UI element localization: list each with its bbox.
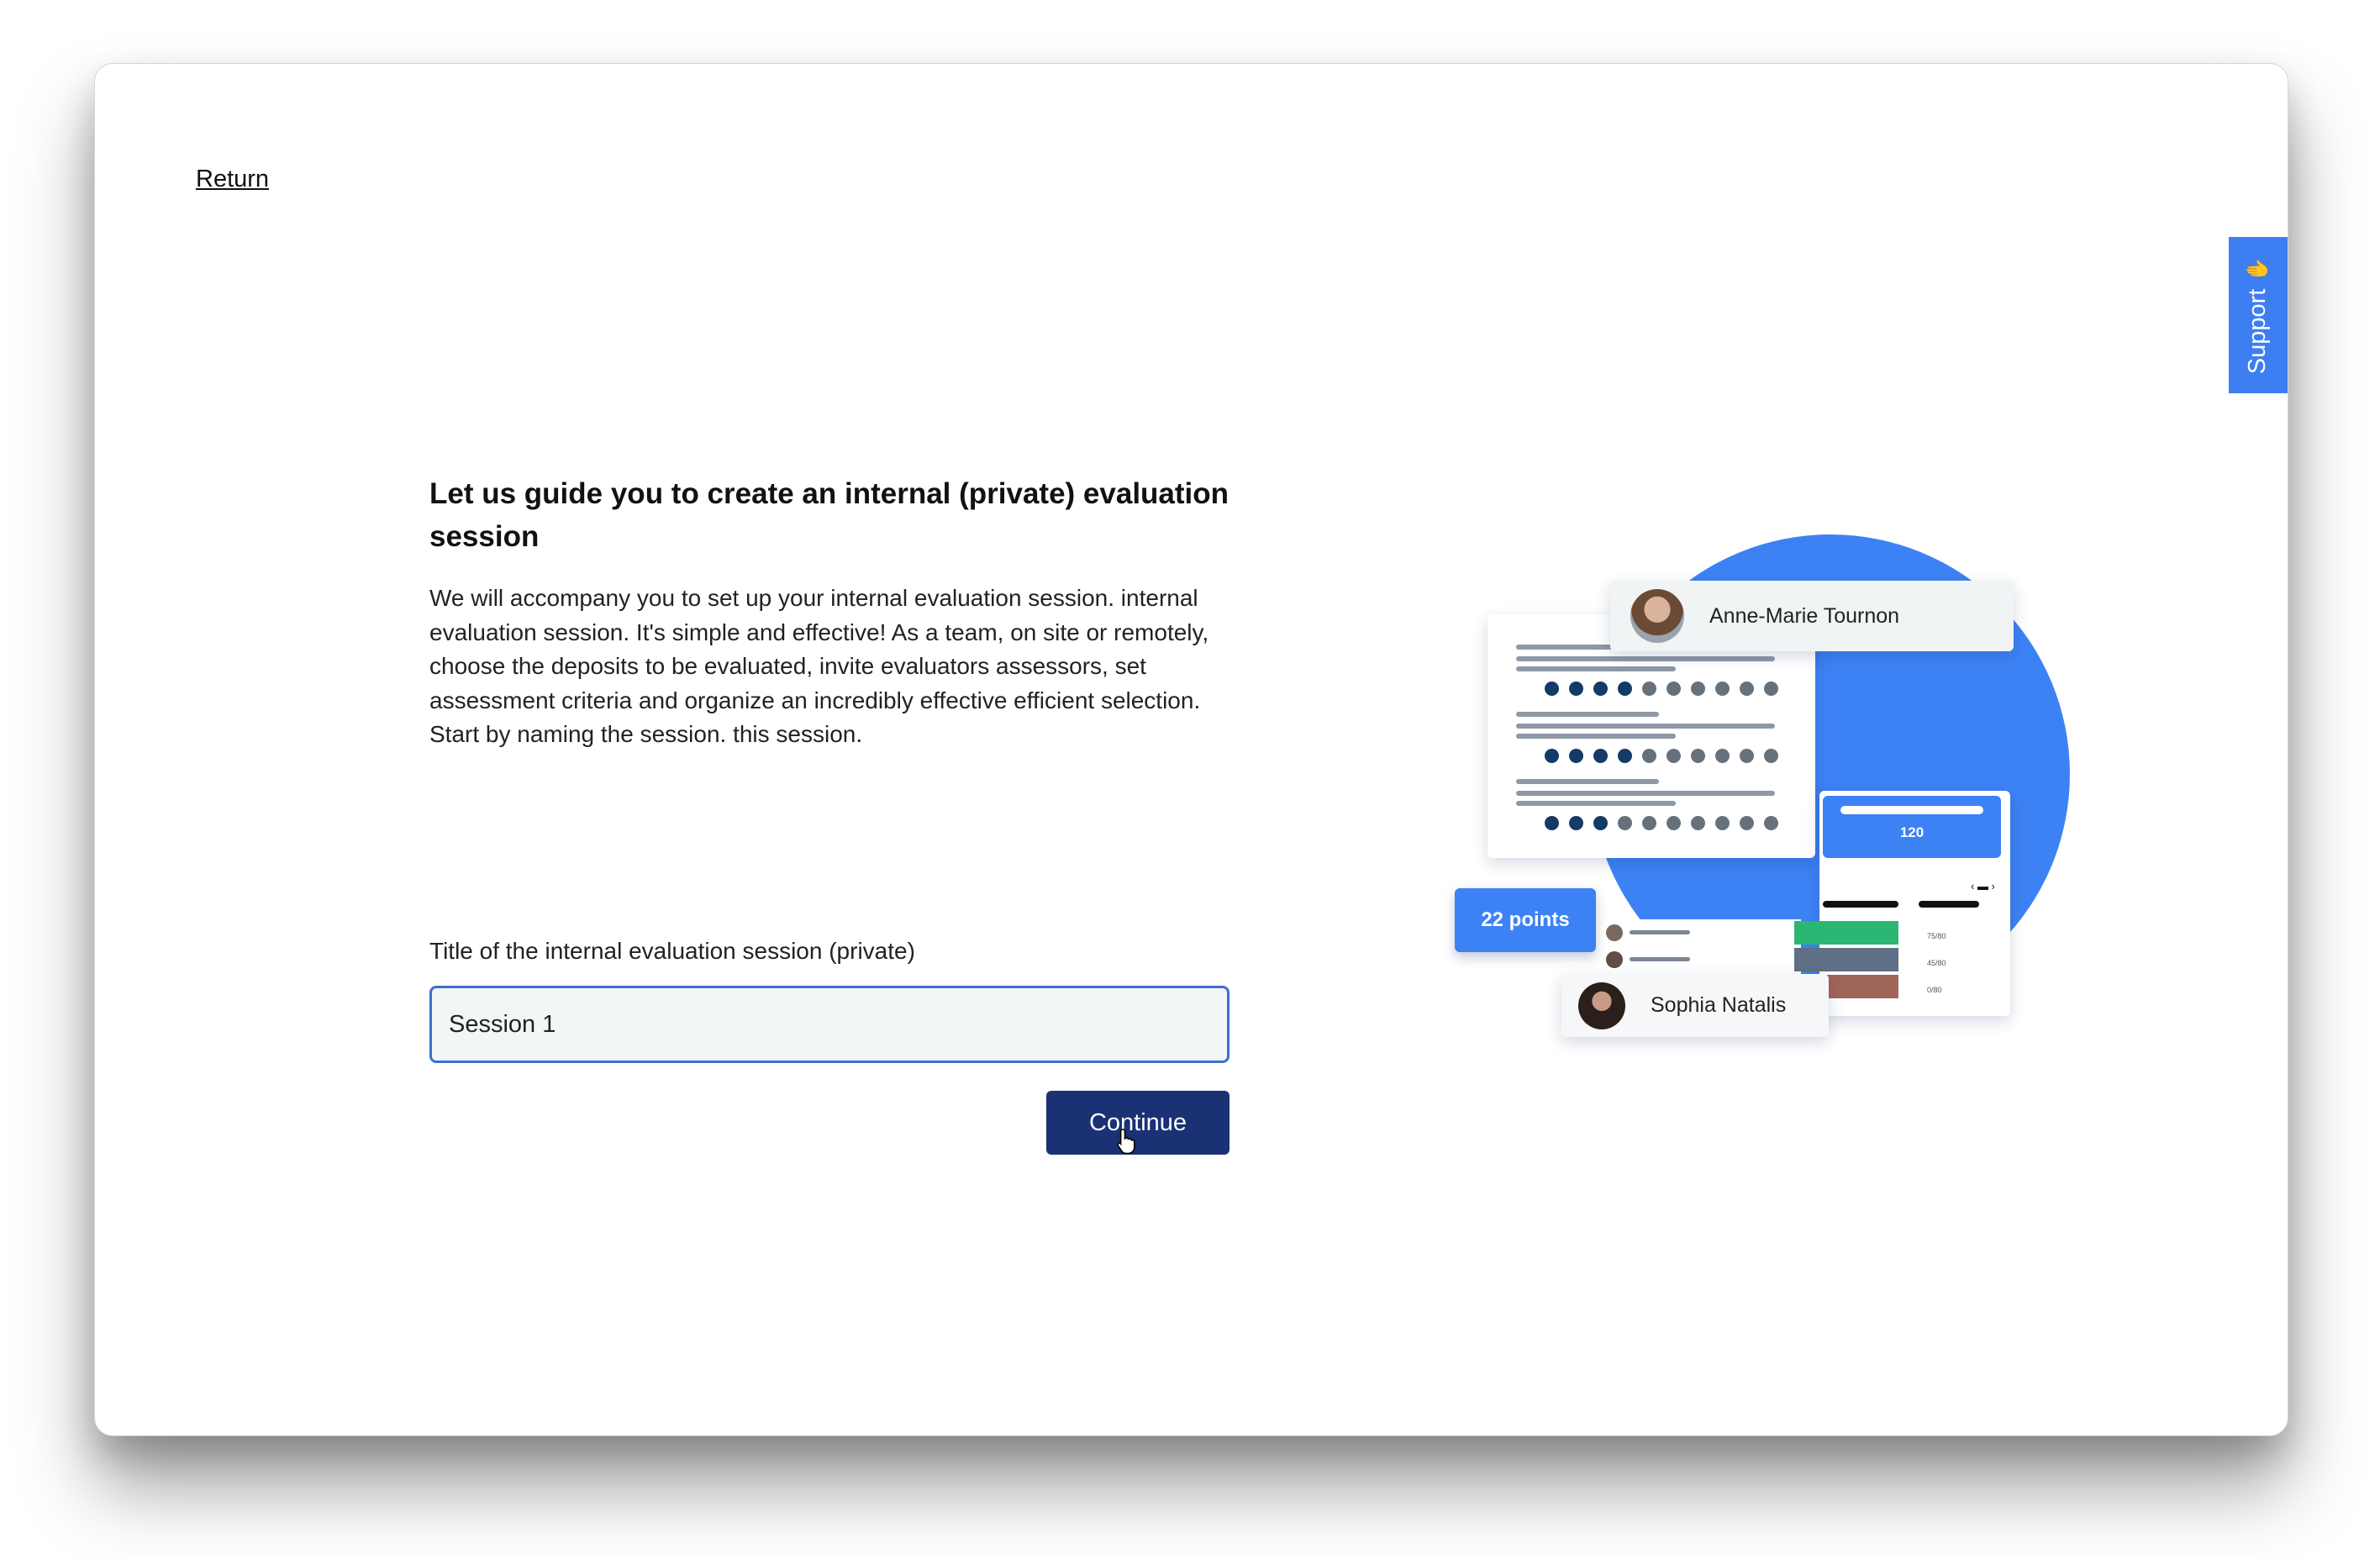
- rating-dot: [1715, 682, 1730, 696]
- rating-dot: [1593, 816, 1608, 830]
- session-title-field: [429, 986, 1229, 1063]
- rating-dot: [1715, 749, 1730, 763]
- rating-dot: [1642, 749, 1656, 763]
- intro-text: We will accompany you to set up your int…: [429, 585, 1209, 747]
- session-title-input[interactable]: [432, 988, 1227, 1061]
- evaluator-card-bottom: Sophia Natalis: [1561, 974, 1829, 1037]
- intro-section: Let us guide you to create an internal (…: [429, 472, 1229, 752]
- rating-dot: [1667, 816, 1681, 830]
- rating-dot: [1545, 749, 1559, 763]
- rating-dot: [1593, 749, 1608, 763]
- rating-dot: [1642, 682, 1656, 696]
- rating-dot: [1642, 816, 1656, 830]
- rating-dot: [1569, 749, 1583, 763]
- rating-dot: [1667, 749, 1681, 763]
- rating-dot: [1715, 816, 1730, 830]
- avatar: [1578, 982, 1625, 1029]
- return-link[interactable]: Return: [196, 166, 269, 193]
- points-badge: 22 points: [1455, 888, 1596, 952]
- score-value: 120: [1899, 824, 1925, 840]
- app-window: Return Support ✋ Let us guide you to cre…: [94, 63, 2288, 1436]
- rating-dot: [1667, 682, 1681, 696]
- evaluator-card-top: Anne-Marie Tournon: [1610, 581, 2014, 651]
- rating-dot: [1618, 816, 1632, 830]
- support-label: Support: [2244, 288, 2272, 374]
- rating-dot: [1593, 682, 1608, 696]
- rating-dot: [1618, 749, 1632, 763]
- session-title-label: Title of the internal evaluation session…: [429, 938, 915, 964]
- evaluator-name: Anne-Marie Tournon: [1709, 603, 1900, 628]
- evaluation-illustration: Anne-Marie Tournon 120 ‹ ▬ › 75/80 45/80: [1356, 534, 2070, 1106]
- pointer-cursor-icon: [1117, 1129, 1135, 1155]
- rating-dot: [1569, 682, 1583, 696]
- table-values: 75/80 45/80 0/80: [1927, 932, 1946, 994]
- rating-dot: [1764, 816, 1778, 830]
- rating-dot: [1618, 682, 1632, 696]
- rating-dot: [1740, 749, 1754, 763]
- rating-dot: [1740, 816, 1754, 830]
- rating-dot: [1691, 816, 1705, 830]
- hand-icon: ✋: [2246, 256, 2270, 282]
- rating-dot: [1569, 816, 1583, 830]
- evaluator-name: Sophia Natalis: [1651, 993, 1787, 1017]
- rating-dot: [1545, 816, 1559, 830]
- score-badge: 120: [1823, 796, 2001, 858]
- rating-dot: [1545, 682, 1559, 696]
- rating-dot: [1764, 749, 1778, 763]
- rating-dot: [1740, 682, 1754, 696]
- rating-dot: [1691, 682, 1705, 696]
- rating-dot: [1764, 682, 1778, 696]
- avatar: [1630, 589, 1684, 643]
- page-title: Let us guide you to create an internal (…: [429, 477, 1229, 553]
- support-tab[interactable]: Support ✋: [2229, 237, 2288, 393]
- continue-button[interactable]: Continue: [1046, 1091, 1229, 1155]
- rating-dot: [1691, 749, 1705, 763]
